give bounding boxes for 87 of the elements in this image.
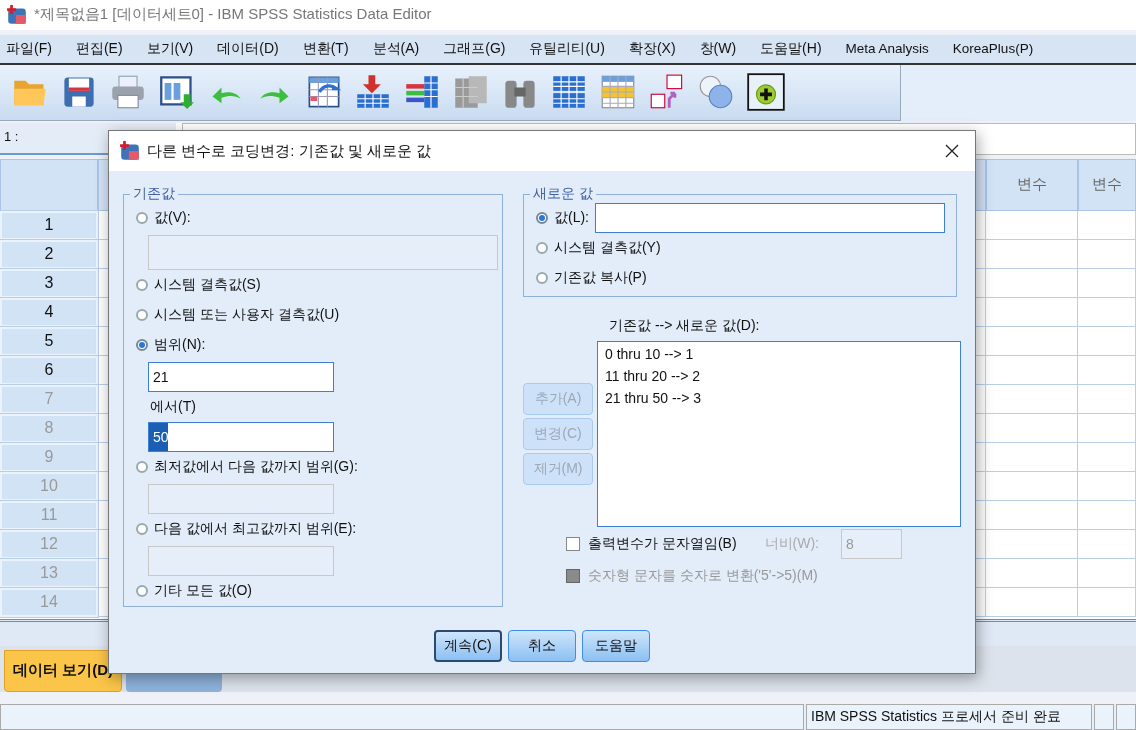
- grid-cell[interactable]: [986, 326, 1078, 356]
- input-field[interactable]: [595, 203, 945, 233]
- status-text: IBM SPSS Statistics 프로세서 준비 완료: [806, 704, 1092, 730]
- radio-button[interactable]: 값(V):: [136, 203, 191, 233]
- group-label: 기존값: [132, 185, 176, 203]
- field-label: 너비(W):: [764, 535, 819, 553]
- radio-button[interactable]: 기존값 복사(P): [536, 263, 647, 293]
- row-header[interactable]: 3: [0, 268, 98, 298]
- grid-cell[interactable]: [1078, 384, 1136, 414]
- radio-button[interactable]: 최저값에서 다음 값까지 범위(G):: [136, 452, 358, 482]
- grid-cell[interactable]: [986, 558, 1078, 588]
- grid-cell[interactable]: [986, 384, 1078, 414]
- menu-item[interactable]: 보기(V): [146, 39, 210, 58]
- list-item[interactable]: 0 thru 10 --> 1: [605, 346, 694, 362]
- row-header[interactable]: 6: [0, 355, 98, 385]
- table-down-arrow-icon[interactable]: [355, 74, 391, 111]
- grid-cell[interactable]: [1078, 297, 1136, 327]
- row-header[interactable]: 5: [0, 326, 98, 356]
- grid-cell[interactable]: [1078, 239, 1136, 269]
- radio-button[interactable]: 시스템 또는 사용자 결측값(U): [136, 300, 340, 330]
- menu-item[interactable]: 데이터(D): [217, 39, 295, 58]
- app-icon: [6, 3, 28, 26]
- grid-cell[interactable]: [986, 587, 1078, 617]
- radio-button[interactable]: 범위(N):: [136, 330, 206, 360]
- group-label: 새로운 값: [532, 185, 594, 203]
- menu-item[interactable]: Meta Analysis: [845, 41, 945, 57]
- printer-icon[interactable]: [110, 74, 146, 111]
- app-icon: [119, 140, 141, 162]
- grid-cell[interactable]: [1078, 529, 1136, 559]
- colored-bars-table-icon[interactable]: [404, 74, 440, 111]
- grid-cell[interactable]: [1078, 558, 1136, 588]
- list-item[interactable]: 21 thru 50 --> 3: [605, 390, 702, 406]
- grid-cell[interactable]: [1078, 471, 1136, 501]
- grid-cell[interactable]: [1078, 500, 1136, 530]
- window-arrow-icon[interactable]: [159, 74, 195, 111]
- overlapping-circles-icon[interactable]: [698, 74, 734, 111]
- radio-button[interactable]: 다음 값에서 최고값까지 범위(E):: [136, 514, 357, 544]
- radio-button[interactable]: 값(L):: [536, 203, 589, 233]
- grid-cell[interactable]: [986, 239, 1078, 269]
- grid-cell[interactable]: [986, 355, 1078, 385]
- grid-cell[interactable]: [986, 210, 1078, 240]
- column-header[interactable]: 변수: [1078, 158, 1136, 211]
- radio-button[interactable]: 시스템 결측값(Y): [536, 233, 661, 263]
- menu-item[interactable]: 파일(F): [6, 39, 68, 58]
- menu-item[interactable]: 그래프(G): [443, 39, 522, 58]
- grid-cell[interactable]: [1078, 587, 1136, 617]
- grid-cell[interactable]: [1078, 268, 1136, 298]
- column-header[interactable]: 변수: [986, 158, 1078, 211]
- grid-cell[interactable]: [986, 413, 1078, 443]
- dialog-button[interactable]: 계속(C): [434, 630, 502, 662]
- grid-cell[interactable]: [1078, 210, 1136, 240]
- highlighted-table-icon[interactable]: [600, 74, 636, 111]
- menu-item[interactable]: 분석(A): [372, 39, 436, 58]
- stacked-tables-icon[interactable]: [551, 74, 587, 111]
- menu-item[interactable]: KoreaPlus(P): [952, 41, 1050, 57]
- menu-item[interactable]: 유틸리티(U): [529, 39, 621, 58]
- grid-cell[interactable]: [986, 297, 1078, 327]
- grid-cell[interactable]: [986, 471, 1078, 501]
- boxes-arrow-icon[interactable]: [649, 74, 685, 111]
- list-item[interactable]: 11 thru 20 --> 2: [605, 368, 701, 384]
- grid-cell[interactable]: [1078, 413, 1136, 443]
- grid-cell[interactable]: [986, 268, 1078, 298]
- radio-button[interactable]: 기타 모든 값(O): [136, 576, 252, 606]
- close-icon[interactable]: [945, 144, 959, 158]
- checkbox[interactable]: 출력변수가 문자열임(B): [566, 535, 737, 553]
- grid-cell[interactable]: [986, 442, 1078, 472]
- row-header[interactable]: 2: [0, 239, 98, 269]
- row-header[interactable]: 1: [0, 210, 98, 240]
- menu-item[interactable]: 창(W): [699, 39, 753, 58]
- field-label: 에서(T): [150, 397, 196, 416]
- list-label: 기존값 --> 새로운 값(D):: [608, 317, 761, 335]
- menu-item[interactable]: 변환(T): [302, 39, 365, 58]
- window-title: *제목없음1 [데이터세트0] - IBM SPSS Statistics Data Editor: [34, 5, 432, 25]
- grid-cell[interactable]: [986, 529, 1078, 559]
- row-header[interactable]: 4: [0, 297, 98, 327]
- grid-cell[interactable]: [1078, 442, 1136, 472]
- dialog-button[interactable]: 취소: [508, 630, 576, 662]
- input-field[interactable]: 50: [148, 422, 334, 452]
- radio-button[interactable]: 시스템 결측값(S): [136, 270, 261, 300]
- menu-item[interactable]: 편집(E): [75, 39, 139, 58]
- grid-cell[interactable]: [1078, 326, 1136, 356]
- dialog-button[interactable]: 도움말: [582, 630, 650, 662]
- menu-item[interactable]: 확장(X): [628, 39, 692, 58]
- input-field[interactable]: 21: [148, 362, 334, 392]
- menu-item[interactable]: 도움말(H): [760, 39, 838, 58]
- grid-cell[interactable]: [986, 500, 1078, 530]
- grid-cell[interactable]: [1078, 355, 1136, 385]
